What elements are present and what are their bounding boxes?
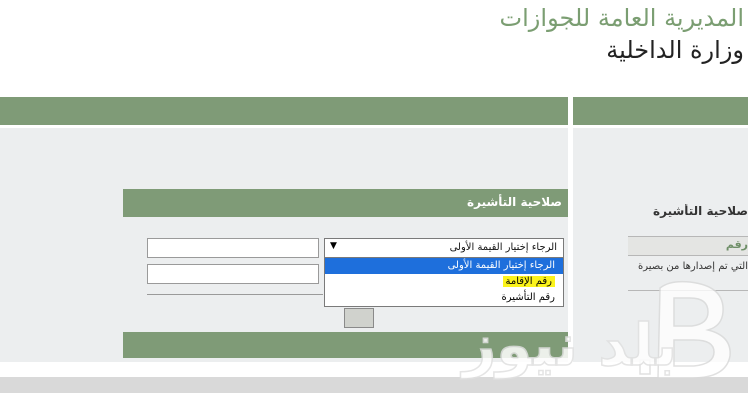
option-residency-number[interactable]: رقم الإقامة bbox=[325, 274, 563, 290]
bottom-strip bbox=[0, 377, 748, 393]
right-panel-row-label: رقم bbox=[628, 237, 748, 255]
form-footer-bar bbox=[123, 332, 568, 358]
value-input-1[interactable] bbox=[147, 238, 319, 258]
divider bbox=[147, 294, 323, 295]
divider bbox=[628, 290, 748, 291]
ministry-title: المديرية العامة للجوازات bbox=[499, 4, 744, 32]
top-nav-bar-right bbox=[573, 97, 748, 125]
option-visa-number[interactable]: رقم التأشيرة bbox=[325, 290, 563, 306]
query-type-dropdown[interactable]: الرجاء إختيار القيمة الأولى رقم الإقامة … bbox=[324, 257, 564, 307]
section-title: صلاحية التأشيرة bbox=[123, 189, 568, 217]
option-default[interactable]: الرجاء إختيار القيمة الأولى bbox=[325, 258, 563, 274]
query-type-select[interactable]: ▼ الرجاء إختيار القيمة الأولى bbox=[324, 238, 564, 258]
select-value: الرجاء إختيار القيمة الأولى bbox=[449, 242, 557, 253]
divider bbox=[628, 255, 748, 256]
ministry-subtitle: وزارة الداخلية bbox=[606, 36, 744, 64]
right-panel-description: التي تم إصدارها من بصيرة bbox=[638, 261, 748, 272]
submit-button[interactable] bbox=[344, 308, 374, 328]
top-nav-bar-left bbox=[0, 97, 568, 125]
right-panel-heading: صلاحية التأشيرة bbox=[653, 204, 748, 218]
chevron-down-icon: ▼ bbox=[330, 241, 337, 251]
value-input-2[interactable] bbox=[147, 264, 319, 284]
